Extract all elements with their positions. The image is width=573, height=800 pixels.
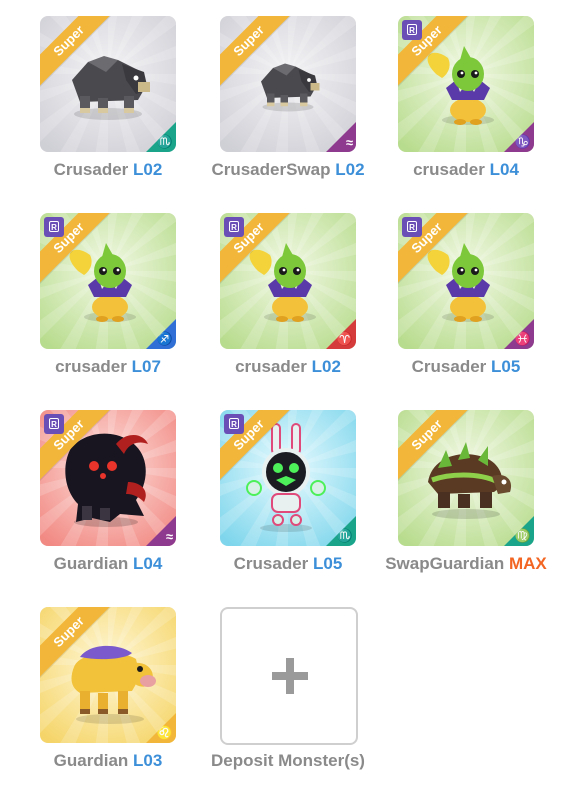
- monster-name: CrusaderSwap: [211, 160, 331, 179]
- monster-card[interactable]: Super ≈: [220, 16, 356, 152]
- monster-card[interactable]: Super R ♑: [398, 16, 534, 152]
- monster-level: L02: [133, 160, 163, 179]
- monster-label: Guardian L04: [20, 554, 196, 574]
- deposit-monster-tile[interactable]: Deposit Monster(s): [180, 591, 365, 771]
- rarity-letter: R: [49, 418, 59, 429]
- monster-tile[interactable]: Super ♍ SwapGuardian MAX: [358, 394, 547, 574]
- rarity-letter: R: [407, 24, 417, 35]
- monster-tile[interactable]: Super R ♏ Crusader L05: [180, 394, 360, 574]
- zodiac-symbol: ≈: [345, 135, 353, 150]
- monster-label: crusader L02: [200, 357, 376, 377]
- rarity-letter: R: [229, 221, 239, 232]
- monster-name: crusader: [235, 357, 307, 376]
- monster-name: crusader: [55, 357, 127, 376]
- monster-card[interactable]: Super R ♐: [40, 213, 176, 349]
- monster-name: SwapGuardian: [385, 554, 505, 573]
- deposit-monster-button[interactable]: [220, 607, 358, 745]
- deposit-label: Deposit Monster(s): [211, 751, 365, 770]
- monster-tile[interactable]: Super R ♈ crusader L02: [180, 197, 360, 377]
- monster-label: Crusader L05: [200, 554, 376, 574]
- monster-level: MAX: [508, 554, 547, 573]
- monster-label: crusader L07: [20, 357, 196, 377]
- monster-tile[interactable]: Super R ♓ Crusader L05: [358, 197, 538, 377]
- monster-grid: Super ♏ Crusader L02 Super ≈ CrusaderSwap L0…: [0, 0, 573, 800]
- monster-card[interactable]: Super R ≈: [40, 410, 176, 546]
- monster-name: Crusader: [411, 357, 487, 376]
- monster-level: L04: [489, 160, 519, 179]
- monster-tile[interactable]: Super ♏ Crusader L02: [0, 0, 180, 180]
- rarity-badge-icon: R: [44, 414, 64, 434]
- rarity-letter: R: [49, 221, 59, 232]
- rarity-badge-icon: R: [224, 217, 244, 237]
- monster-level: L05: [491, 357, 521, 376]
- monster-label: crusader L04: [378, 160, 554, 180]
- rarity-badge-icon: R: [402, 217, 422, 237]
- monster-level: L02: [311, 357, 341, 376]
- monster-tile[interactable]: Super R ♑ crusader L04: [358, 0, 538, 180]
- zodiac-symbol: ≈: [165, 529, 173, 544]
- monster-card[interactable]: Super ♌: [40, 607, 176, 743]
- monster-name: Guardian: [53, 554, 129, 573]
- rarity-badge-icon: R: [44, 217, 64, 237]
- monster-card[interactable]: Super R ♓: [398, 213, 534, 349]
- monster-tile[interactable]: Super ≈ CrusaderSwap L02: [180, 0, 365, 180]
- monster-card[interactable]: Super ♍: [398, 410, 534, 546]
- monster-name: Crusader: [53, 160, 129, 179]
- plus-icon: [286, 658, 294, 694]
- monster-tile[interactable]: Super R ♐ crusader L07: [0, 197, 180, 377]
- monster-label: SwapGuardian MAX: [378, 554, 554, 574]
- rarity-badge-icon: R: [402, 20, 422, 40]
- monster-level: L03: [133, 751, 163, 770]
- monster-label: Crusader L02: [20, 160, 196, 180]
- monster-label: Guardian L03: [20, 751, 196, 771]
- monster-card[interactable]: Super ♏: [40, 16, 176, 152]
- monster-tile[interactable]: Super ♌ Guardian L03: [0, 591, 180, 771]
- monster-level: L07: [131, 357, 161, 376]
- monster-card[interactable]: Super R ♈: [220, 213, 356, 349]
- rarity-letter: R: [407, 221, 417, 232]
- monster-name: Crusader: [233, 554, 309, 573]
- rarity-letter: R: [229, 418, 239, 429]
- monster-level: L04: [133, 554, 163, 573]
- rarity-badge-icon: R: [224, 414, 244, 434]
- monster-level: L05: [313, 554, 343, 573]
- monster-name: crusader: [413, 160, 485, 179]
- monster-card[interactable]: Super R ♏: [220, 410, 356, 546]
- monster-tile[interactable]: Super R ≈ Guardian L04: [0, 394, 180, 574]
- monster-name: Guardian: [53, 751, 129, 770]
- monster-label: CrusaderSwap L02: [200, 160, 376, 180]
- monster-label: Crusader L05: [378, 357, 554, 377]
